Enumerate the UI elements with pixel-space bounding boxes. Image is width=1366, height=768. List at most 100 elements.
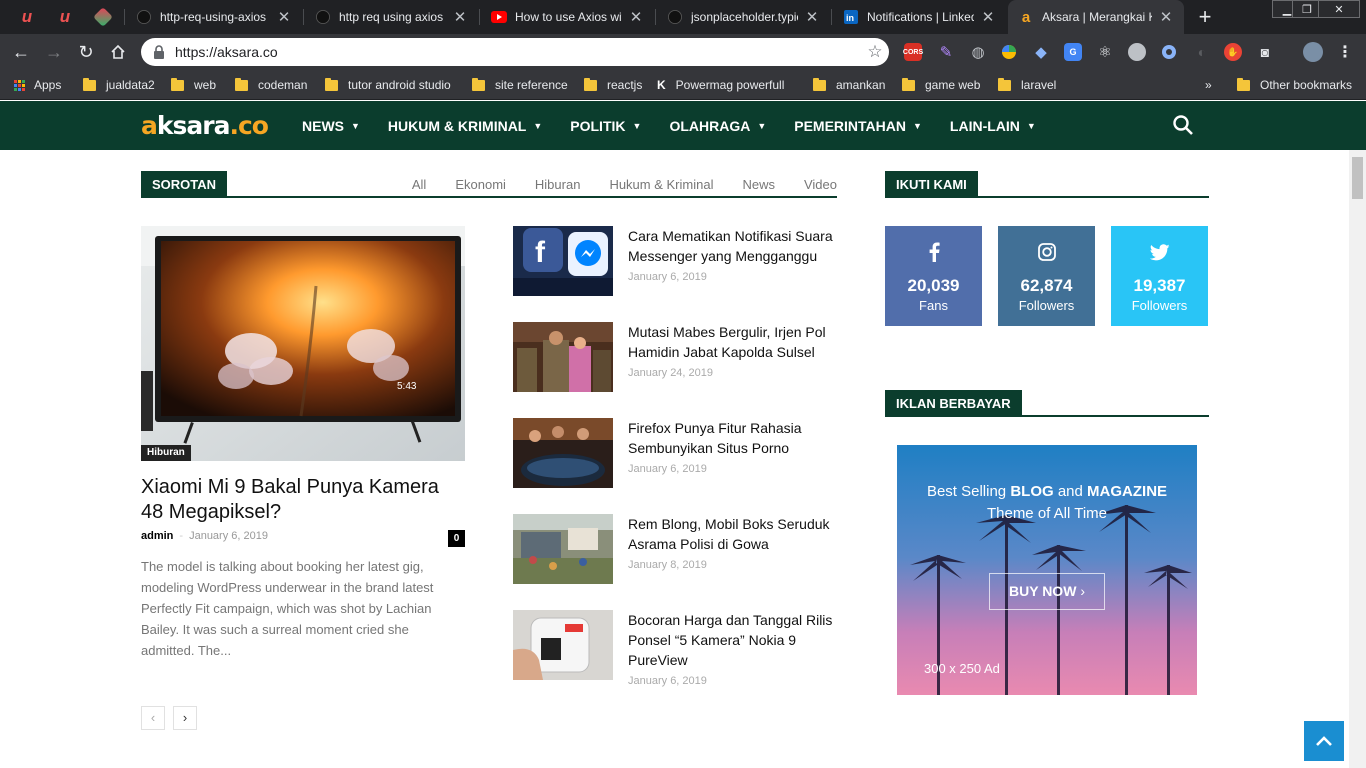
post-title[interactable]: Firefox Punya Fitur Rahasia Sembunyikan … — [628, 418, 837, 458]
folder-icon — [902, 77, 915, 91]
post-thumbnail-firefox[interactable] — [513, 418, 613, 488]
folder-icon — [813, 77, 826, 91]
post-thumbnail-messenger[interactable]: f — [513, 226, 613, 296]
buy-now-button[interactable]: BUY NOW › — [989, 573, 1105, 610]
post-title[interactable]: Cara Mematikan Notifikasi Suara Messenge… — [628, 226, 837, 266]
bookmark-folder-amankan[interactable]: amankan — [813, 75, 885, 95]
url-text[interactable]: https://aksara.co — [175, 44, 861, 60]
filter-hukum-kriminal[interactable]: Hukum & Kriminal — [609, 177, 713, 192]
back-button[interactable]: ← — [9, 40, 33, 64]
bookmark-folder-tutor-android[interactable]: tutor android studio — [325, 75, 451, 95]
address-bar[interactable]: https://aksara.co ☆ — [141, 38, 889, 66]
twitter-follow-card[interactable]: 19,387 Followers — [1111, 226, 1208, 326]
facebook-follow-card[interactable]: 20,039 Fans — [885, 226, 982, 326]
prev-page-button[interactable]: ‹ — [141, 706, 165, 730]
bookmark-folder-other[interactable]: Other bookmarks — [1237, 75, 1352, 95]
filter-all[interactable]: All — [412, 177, 426, 192]
gear-extension-icon[interactable] — [1128, 43, 1146, 61]
bookmark-star-icon[interactable]: ☆ — [861, 42, 889, 62]
post-thumbnail-police[interactable] — [513, 322, 613, 392]
filter-video[interactable]: Video — [804, 177, 837, 192]
react-extension-icon[interactable]: ⚛ — [1096, 43, 1114, 61]
pinned-tab-udemy-2[interactable]: u — [46, 0, 84, 34]
page-scrollbar[interactable] — [1349, 150, 1366, 768]
tab-2[interactable]: http req using axios ✕ — [305, 0, 478, 34]
reload-button[interactable]: ↻ — [74, 40, 98, 64]
tab-title: jsonplaceholder.typic — [691, 10, 798, 24]
post-title[interactable]: Mutasi Mabes Bergulir, Irjen Pol Hamidin… — [628, 322, 837, 362]
colorful-extension-icon[interactable] — [1000, 43, 1018, 61]
new-tab-button[interactable]: + — [1192, 5, 1218, 29]
filter-news[interactable]: News — [742, 177, 775, 192]
category-badge[interactable]: Hiburan — [141, 445, 191, 461]
nav-politik[interactable]: POLITIK ▼ — [570, 101, 641, 150]
post-title[interactable]: Bocoran Harga dan Tanggal Rilis Ponsel “… — [628, 610, 837, 670]
post-author[interactable]: admin — [141, 530, 173, 542]
bookmarks-overflow-button[interactable]: » — [1205, 75, 1212, 95]
featured-post-meta: admin - January 6, 2019 — [141, 530, 268, 542]
filter-ekonomi[interactable]: Ekonomi — [455, 177, 506, 192]
nav-lain-lain[interactable]: LAIN-LAIN ▼ — [950, 101, 1036, 150]
tab-4[interactable]: jsonplaceholder.typic ✕ — [657, 0, 830, 34]
home-button[interactable] — [106, 40, 130, 64]
facebook-icon — [885, 240, 982, 264]
apps-grid-icon — [14, 79, 25, 91]
tab-title: http req using axios — [339, 10, 444, 24]
bookmark-folder-jualdata2[interactable]: jualdata2 — [83, 75, 155, 95]
window-close-button[interactable]: ✕ — [1318, 0, 1360, 18]
circle-extension-icon[interactable] — [1160, 43, 1178, 61]
menu-kebab-icon[interactable]: ⋮ — [1336, 43, 1354, 61]
pen-extension-icon[interactable]: ✎ — [937, 43, 955, 61]
pinned-tab-app[interactable] — [84, 0, 122, 34]
bookmark-folder-codeman[interactable]: codeman — [235, 75, 307, 95]
post-title[interactable]: Rem Blong, Mobil Boks Seruduk Asrama Pol… — [628, 514, 837, 554]
filter-hiburan[interactable]: Hiburan — [535, 177, 581, 192]
back-to-top-button[interactable] — [1304, 721, 1344, 761]
profile-avatar[interactable] — [1303, 42, 1323, 62]
nav-pemerintahan[interactable]: PEMERINTAHAN ▼ — [794, 101, 922, 150]
pinned-tab-udemy[interactable]: u — [8, 0, 46, 34]
forward-button[interactable]: → — [42, 40, 66, 64]
bookmark-apps[interactable]: Apps — [14, 75, 61, 95]
follower-count: 20,039 — [907, 276, 960, 295]
close-icon[interactable]: ✕ — [1158, 8, 1174, 26]
nav-news[interactable]: NEWS ▼ — [302, 101, 360, 150]
adblock-extension-icon[interactable]: ✋ — [1224, 43, 1242, 61]
instagram-follow-card[interactable]: 62,874 Followers — [998, 226, 1095, 326]
post-thumbnail-truck[interactable] — [513, 514, 613, 584]
tab-1[interactable]: http-req-using-axios ✕ — [126, 0, 302, 34]
close-icon[interactable]: ✕ — [980, 8, 996, 26]
tab-6-active[interactable]: a Aksara | Merangkai K ✕ — [1008, 0, 1184, 34]
featured-post-title[interactable]: Xiaomi Mi 9 Bakal Punya Kamera 48 Megapi… — [141, 475, 465, 525]
tab-3[interactable]: How to use Axios wit ✕ — [481, 0, 654, 34]
search-icon[interactable] — [1172, 114, 1196, 138]
globe-extension-icon[interactable]: ◍ — [969, 43, 987, 61]
close-icon[interactable]: ✕ — [276, 8, 292, 26]
bookmark-folder-web[interactable]: web — [171, 75, 216, 95]
next-page-button[interactable]: › — [173, 706, 197, 730]
diamond-extension-icon[interactable]: ◆ — [1032, 43, 1050, 61]
bookmark-folder-game-web[interactable]: game web — [902, 75, 980, 95]
close-icon[interactable]: ✕ — [804, 8, 820, 26]
bookmark-folder-reactjs[interactable]: reactjs — [584, 75, 642, 95]
tab-5[interactable]: in Notifications | Linked ✕ — [833, 0, 1006, 34]
featured-post-excerpt: The model is talking about booking her l… — [141, 559, 434, 658]
translate-extension-icon[interactable]: G — [1064, 43, 1082, 61]
post-thumbnail-modem[interactable] — [513, 610, 613, 680]
puzzle-extension-icon[interactable]: ◐ — [1193, 43, 1211, 61]
site-logo[interactable]: a ksara .co — [141, 111, 269, 141]
comment-count-badge[interactable]: 0 — [448, 530, 465, 547]
nav-olahraga[interactable]: OLAHRAGA ▼ — [669, 101, 766, 150]
camera-extension-icon[interactable]: ◙ — [1256, 43, 1274, 61]
bookmark-powermag[interactable]: K Powermag powerfull — [657, 75, 784, 95]
nav-hukum-kriminal[interactable]: HUKUM & KRIMINAL ▼ — [388, 101, 542, 150]
meta-separator: - — [179, 530, 184, 542]
featured-image-tv[interactable]: 5:43 — [141, 226, 465, 461]
bookmark-folder-laravel[interactable]: laravel — [998, 75, 1056, 95]
close-icon[interactable]: ✕ — [452, 8, 468, 26]
scrollbar-thumb[interactable] — [1352, 157, 1363, 199]
bookmark-folder-site-reference[interactable]: site reference — [472, 75, 568, 95]
cors-extension-icon[interactable]: CORS — [903, 43, 923, 61]
close-icon[interactable]: ✕ — [628, 8, 644, 26]
ad-banner[interactable]: Best Selling BLOG and MAGAZINE Theme of … — [897, 445, 1197, 695]
